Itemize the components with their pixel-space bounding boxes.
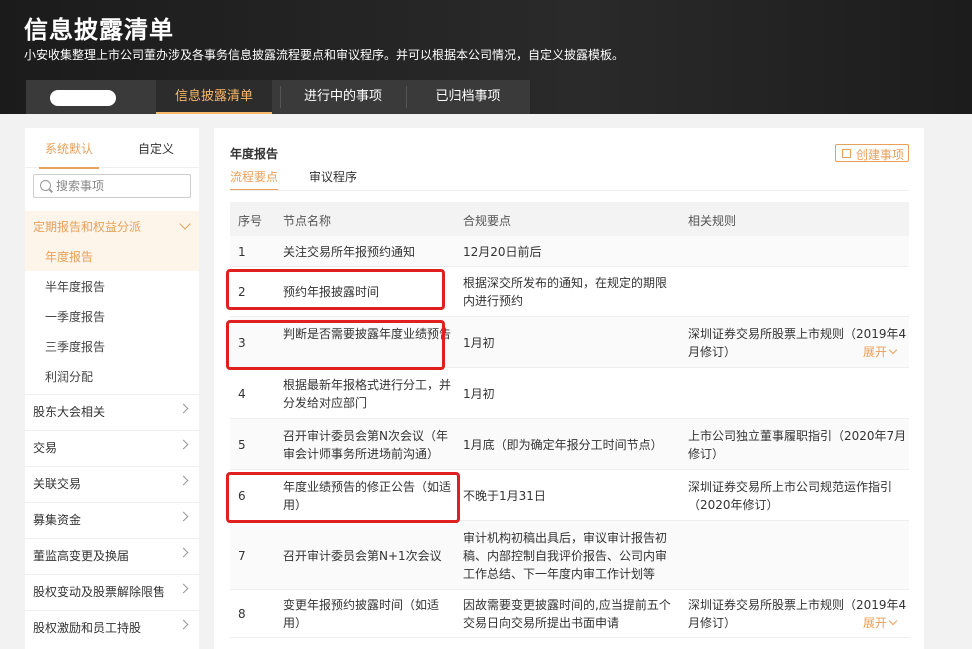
- chevron-right-icon: [178, 547, 189, 558]
- sidebar-group-raised-funds[interactable]: 募集资金: [25, 502, 199, 532]
- row-node-name: 召开审计委员会第N次会议（年审会计师事务所进场前沟通）: [283, 429, 448, 461]
- sidebar-item-profit-distribution[interactable]: 利润分配: [25, 361, 199, 391]
- col-node-name: 节点名称: [283, 214, 332, 228]
- page-subtitle: 小安收集整理上市公司董办涉及各事务信息披露流程要点和审议程序。并可以根据本公司情…: [24, 48, 625, 62]
- table-row[interactable]: 5 召开审计委员会第N次会议（年审会计师事务所进场前沟通） 1月底（即为确定年报分工…: [230, 419, 909, 470]
- chevron-right-icon: [178, 511, 189, 522]
- tab-custom[interactable]: 自定义: [138, 140, 174, 157]
- page-header: 信息披露清单 小安收集整理上市公司董办涉及各事务信息披露流程要点和审议程序。并可…: [0, 0, 972, 114]
- search-icon: [40, 180, 51, 191]
- row-number: 5: [238, 438, 246, 452]
- chevron-right-icon: [178, 475, 189, 486]
- chevron-down-icon: [179, 218, 191, 230]
- table-row[interactable]: 4 根据最新年报格式进行分工，并分发给对应部门 1月初: [230, 368, 909, 419]
- chevron-right-icon: [178, 439, 189, 450]
- table-row[interactable]: 8 变更年报预约披露时间（如适用） 因故需要变更披露时间的,应当提前五个交易日向交易…: [230, 590, 909, 638]
- row-related-rule: 上市公司独立董事履职指引（2020年7月修订）: [688, 429, 907, 461]
- create-item-button[interactable]: 创建事项: [835, 144, 909, 162]
- sidebar-group-transaction[interactable]: 交易: [25, 430, 199, 460]
- row-compliance-point: 不晚于1月31日: [463, 489, 546, 503]
- sidebar-group-shareholder-meeting[interactable]: 股东大会相关: [25, 394, 199, 424]
- search-input[interactable]: [56, 178, 186, 194]
- table-row[interactable]: 7 召开审计委员会第N+1次会议 审计机构初稿出具后，审议审计报告初稿、内部控制自我…: [230, 521, 909, 590]
- row-node-name: 召开审计委员会第N+1次会议: [283, 549, 442, 563]
- expand-link[interactable]: 展开: [863, 614, 896, 631]
- sidebar-tabs: 系统默认 自定义: [25, 128, 199, 169]
- sidebar-group-equity-change[interactable]: 股权变动及股票解除限售: [25, 574, 199, 604]
- tab-review-procedure[interactable]: 审议程序: [309, 168, 357, 185]
- tab-in-progress[interactable]: 进行中的事项: [288, 80, 398, 114]
- sidebar-group-executive-change[interactable]: 董监高变更及换届: [25, 538, 199, 568]
- col-compliance-points: 合规要点: [463, 214, 512, 228]
- row-compliance-point: 审计机构初稿出具后，审议审计报告初稿、内部控制自我评价报告、公司内审工作总结、下…: [463, 531, 668, 581]
- col-no: 序号: [238, 214, 263, 228]
- chevron-right-icon: [178, 403, 189, 414]
- row-compliance-point: 1月初: [463, 336, 495, 350]
- sidebar-group-equity-incentive[interactable]: 股权激励和员工持股: [25, 610, 199, 640]
- table-row[interactable]: 1 关注交易所年报预约通知 12月20日前后: [230, 236, 909, 267]
- sidebar-item-q3-report[interactable]: 三季度报告: [25, 331, 199, 361]
- tab-disclosure-list[interactable]: 信息披露清单: [156, 80, 272, 114]
- highlight-box: [226, 269, 445, 310]
- tab-system-default[interactable]: 系统默认: [38, 140, 100, 169]
- sidebar-item-half-year-report[interactable]: 半年度报告: [25, 271, 199, 301]
- tab-process-points[interactable]: 流程要点: [230, 168, 279, 191]
- row-number: 1: [238, 245, 246, 259]
- row-node-name: 变更年报预约披露时间（如适用）: [283, 598, 440, 630]
- edit-icon: [842, 149, 851, 158]
- sidebar: 系统默认 自定义 定期报告和权益分派 年度报告 半年度报告 一季度报告 三季度报…: [25, 128, 199, 649]
- row-related-rule: 深圳证券交易所上市公司规范运作指引（2020年修订）: [688, 480, 893, 512]
- highlight-box: [226, 320, 445, 370]
- row-compliance-point: 根据深交所发布的通知，在规定的期限内进行预约: [463, 276, 668, 308]
- tab-archived[interactable]: 已归档事项: [412, 80, 524, 114]
- search-box[interactable]: [33, 174, 191, 198]
- chevron-right-icon: [178, 583, 189, 594]
- process-table: 序号 节点名称 合规要点 相关规则 1 关注交易所年报预约通知 12月20日前后 2 预…: [230, 202, 909, 638]
- page-title: 信息披露清单: [24, 16, 174, 44]
- main-panel: 年度报告 创建事项 流程要点 审议程序 序号 节点名称 合规要点 相关规则 1 关…: [214, 128, 924, 649]
- row-compliance-point: 12月20日前后: [463, 245, 542, 259]
- row-number: 4: [238, 387, 246, 401]
- row-number: 8: [238, 607, 246, 621]
- sidebar-group-label: 定期报告和权益分派: [33, 220, 142, 234]
- sidebar-group-related-transaction[interactable]: 关联交易: [25, 466, 199, 496]
- highlight-box: [226, 472, 460, 523]
- row-number: 7: [238, 549, 246, 563]
- expand-link[interactable]: 展开: [863, 343, 896, 360]
- col-related-rules: 相关规则: [688, 214, 737, 228]
- sidebar-item-annual-report[interactable]: 年度报告: [25, 241, 199, 271]
- tab-divider: [230, 190, 909, 191]
- top-nav: 信息披露清单 进行中的事项 已归档事项: [26, 80, 530, 114]
- logo: [50, 90, 116, 106]
- section-title: 年度报告: [230, 147, 279, 161]
- row-node-name: 关注交易所年报预约通知: [283, 245, 416, 259]
- row-compliance-point: 因故需要变更披露时间的,应当提前五个交易日向交易所提出书面申请: [463, 598, 671, 630]
- row-node-name: 根据最新年报格式进行分工，并分发给对应部门: [283, 378, 452, 410]
- row-compliance-point: 1月初: [463, 387, 495, 401]
- table-header: 序号 节点名称 合规要点 相关规则: [230, 202, 909, 236]
- row-compliance-point: 1月底（即为确定年报分工时间节点）: [463, 438, 663, 452]
- sidebar-item-q1-report[interactable]: 一季度报告: [25, 301, 199, 331]
- sidebar-group-periodic-report[interactable]: 定期报告和权益分派: [25, 211, 199, 241]
- chevron-right-icon: [178, 619, 189, 630]
